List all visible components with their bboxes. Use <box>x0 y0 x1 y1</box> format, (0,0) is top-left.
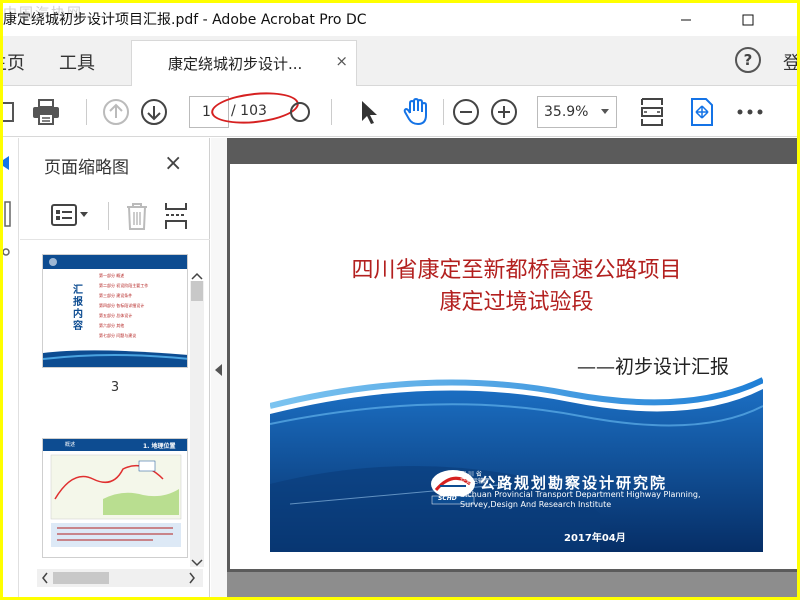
save-icon <box>3 102 14 122</box>
tab-document[interactable]: 康定绕城初步设计... × <box>131 40 357 86</box>
panel-toolbar <box>20 192 210 240</box>
window-title: 康定绕城初步设计项目汇报.pdf - Adobe Acrobat Pro DC <box>3 12 367 28</box>
scroll-up-icon[interactable] <box>190 271 204 281</box>
thumbnail-map <box>43 439 187 547</box>
tab-document-label: 康定绕城初步设计... <box>168 55 303 73</box>
thumbnail-item: 第四部分 各标段详细设计 <box>99 303 145 308</box>
previous-page-button[interactable] <box>101 97 131 127</box>
full-screen-button[interactable] <box>687 97 717 127</box>
acrobat-window: 康定绕城初步设计项目汇报.pdf - Adobe Acrobat Pro DC … <box>3 3 797 597</box>
navigation-pane-strip <box>3 138 19 597</box>
thumbnail-page-4[interactable]: 概述 1. 地理位置 <box>42 438 188 558</box>
close-panel-icon[interactable]: × <box>164 151 182 176</box>
thumbnail-subtitle: 1. 地理位置 <box>143 443 176 450</box>
panel-toolbar-divider <box>108 202 109 230</box>
thumbnail-item: 第三部分 建设条件 <box>99 293 133 298</box>
main-toolbar: 1 / 103 35.9% <box>3 87 797 137</box>
thumbnails-vertical-scrollbar[interactable] <box>190 281 204 567</box>
thumbnail-item: 第一部分 概述 <box>99 273 125 278</box>
maximize-button[interactable] <box>725 3 771 36</box>
thumbnail-item: 第二部分 初设阶段主要工作 <box>99 283 149 288</box>
sign-in-link[interactable]: 登 <box>783 49 797 75</box>
thumbnail-page-number: 3 <box>110 380 120 395</box>
thumbnail-header: 概述 <box>65 442 76 448</box>
slide-org-english-line-2: Survey,Design And Research Institute <box>460 500 612 509</box>
slide-title-line-1: 四川省康定至新都桥高速公路项目 <box>351 258 682 283</box>
toolbar-divider <box>443 99 444 125</box>
pdf-page: SCHD 四川省康定至新都桥高速公路项目 康定过境试验段 ——初步设计汇报 四 … <box>230 164 797 569</box>
help-icon[interactable]: ? <box>735 47 761 73</box>
vertical-scrollbar-thumb[interactable] <box>191 281 203 301</box>
title-bar: 康定绕城初步设计项目汇报.pdf - Adobe Acrobat Pro DC … <box>3 3 797 36</box>
slide-date: 2017年04月 <box>564 533 626 544</box>
thumbnail-side-title: 汇报内容 <box>73 285 83 332</box>
scroll-down-icon[interactable] <box>190 558 204 568</box>
print-icon <box>33 99 59 125</box>
more-options-icon <box>737 109 763 115</box>
zoom-in-icon <box>491 99 517 125</box>
toolbar-divider <box>331 99 332 125</box>
toolbar-divider <box>86 99 87 125</box>
slide-subtitle: ——初步设计汇报 <box>576 356 729 378</box>
tab-bar: 主页 工具 康定绕城初步设计... × ? 登 <box>3 36 797 86</box>
slide-org-english: Sichuan Provincial Transport Department … <box>460 490 701 510</box>
page-extra-button[interactable] <box>285 97 315 127</box>
full-screen-icon <box>691 98 713 126</box>
institute-logo: SCHD <box>438 495 457 502</box>
panel-collapse-splitter[interactable] <box>211 138 227 597</box>
slide-org-english-line-1: Sichuan Provincial Transport Department … <box>460 490 701 499</box>
thumbnail-item: 第六部分 其他 <box>99 323 125 328</box>
circle-icon <box>290 102 310 122</box>
close-tab-icon[interactable]: × <box>335 52 348 70</box>
thumbnail-contents-list: 第一部分 概述 第二部分 初设阶段主要工作 第三部分 建设条件 第四部分 各标段… <box>99 271 183 341</box>
arrow-up-circle-icon <box>103 99 129 125</box>
document-view[interactable]: SCHD 四川省康定至新都桥高速公路项目 康定过境试验段 ——初步设计汇报 四 … <box>227 138 797 597</box>
thumbnails-horizontal-scrollbar[interactable] <box>37 569 203 587</box>
slide-title-line-2: 康定过境试验段 <box>439 290 594 315</box>
select-tool-button[interactable] <box>353 97 383 127</box>
cursor-arrow-icon <box>362 101 377 124</box>
navigation-icons[interactable] <box>3 152 17 272</box>
arrow-down-circle-icon <box>141 99 167 125</box>
zoom-out-icon <box>453 99 479 125</box>
maximize-icon <box>742 14 754 25</box>
fit-page-button[interactable] <box>637 97 667 127</box>
scroll-right-icon[interactable] <box>187 569 197 587</box>
panel-title: 页面缩略图 <box>44 158 129 178</box>
zoom-out-button[interactable] <box>451 97 481 127</box>
print-button[interactable] <box>31 97 61 127</box>
thumbnail-item: 第七部分 问题与建议 <box>99 333 137 338</box>
zoom-level-dropdown[interactable]: 35.9% <box>537 96 617 128</box>
zoom-in-button[interactable] <box>489 97 519 127</box>
thumbnail-options-icon[interactable] <box>50 202 90 232</box>
minimize-button[interactable] <box>663 3 709 36</box>
hand-icon <box>403 98 427 125</box>
next-page-button[interactable] <box>139 97 169 127</box>
collapse-arrow-icon[interactable] <box>215 364 222 376</box>
zoom-level-value: 35.9% <box>544 104 589 120</box>
tab-tools[interactable]: 工具 <box>59 49 95 75</box>
tab-home[interactable]: 主页 <box>3 49 25 75</box>
save-button[interactable] <box>3 97 19 127</box>
page-layout-icon[interactable] <box>162 201 190 231</box>
thumbnail-item: 第五部分 总体设计 <box>99 313 133 318</box>
chevron-down-icon <box>601 109 609 114</box>
minimize-icon <box>681 19 691 20</box>
scroll-left-icon[interactable] <box>40 569 50 587</box>
thumbnail-page-3[interactable]: 汇报内容 第一部分 概述 第二部分 初设阶段主要工作 第三部分 建设条件 第四部… <box>42 254 188 368</box>
next-page-edge <box>227 572 797 597</box>
more-tools-button[interactable] <box>735 97 765 127</box>
page-thumbnails-panel: 页面缩略图 × 汇报内容 第一部分 概述 第二部分 初设阶段主要工作 第三部分 … <box>20 138 210 597</box>
fit-page-icon <box>641 98 663 126</box>
hand-tool-button[interactable] <box>401 97 431 127</box>
cover-slide: SCHD 四川省康定至新都桥高速公路项目 康定过境试验段 ——初步设计汇报 四 … <box>270 184 763 552</box>
trash-icon[interactable] <box>124 201 150 231</box>
horizontal-scrollbar-thumb[interactable] <box>53 572 109 584</box>
